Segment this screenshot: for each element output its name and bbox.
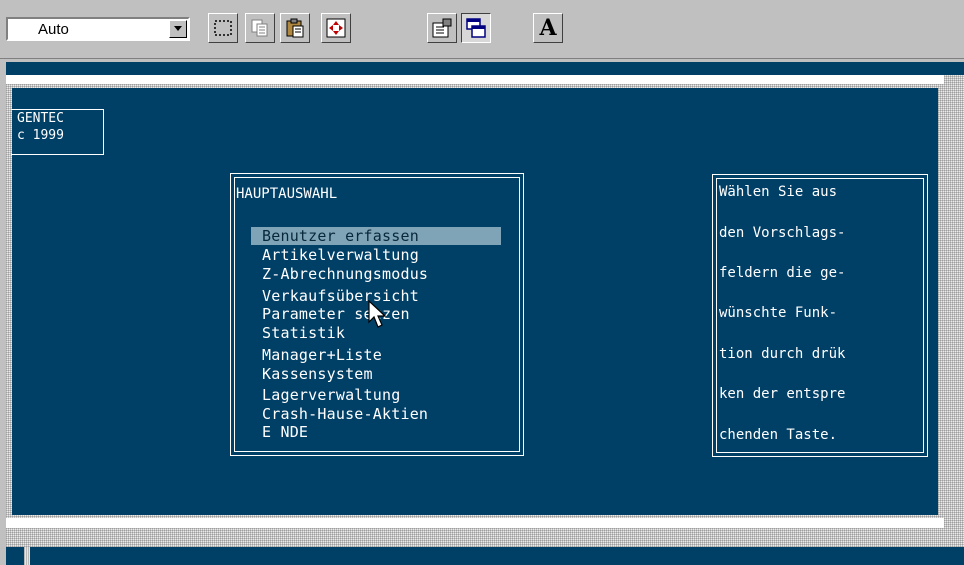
- mouse-pointer-icon: [368, 300, 387, 328]
- menu-item-kassensystem[interactable]: Kassensystem: [262, 365, 373, 383]
- menu-item-lagerverwaltung[interactable]: Lagerverwaltung: [262, 386, 400, 404]
- help-line: den Vorschlags-: [719, 225, 846, 241]
- font-icon: A: [539, 15, 557, 41]
- mark-button[interactable]: [208, 13, 238, 43]
- help-line: chenden Taste.: [719, 427, 838, 443]
- paste-button[interactable]: [280, 13, 310, 43]
- frame-line-top: [6, 75, 944, 84]
- menu-item-z-abrechnungsmodus[interactable]: Z-Abrechnungsmodus: [262, 265, 428, 283]
- menu-item-benutzer-erfassen[interactable]: Benutzer erfassen: [251, 227, 501, 245]
- properties-icon: [432, 18, 452, 38]
- paste-icon: [286, 18, 304, 38]
- scrollbar-left-part[interactable]: [6, 547, 30, 565]
- copy-icon: [251, 19, 268, 37]
- logo-line-1: GENTEC: [17, 111, 64, 126]
- font-button[interactable]: A: [533, 13, 563, 43]
- menu-item-statistik[interactable]: Statistik: [262, 324, 345, 342]
- copy-button[interactable]: [245, 13, 275, 43]
- help-line: ken der entspre: [719, 386, 846, 402]
- menu-item-verkaufsuebersicht[interactable]: Verkaufsübersicht: [262, 287, 419, 305]
- font-size-select[interactable]: Auto: [6, 17, 190, 41]
- menu-item-ende[interactable]: E NDE: [262, 423, 308, 441]
- fullscreen-button[interactable]: [321, 13, 351, 43]
- menu-title: HAUPTAUSWAHL: [236, 186, 338, 202]
- chevron-down-icon[interactable]: [169, 20, 187, 38]
- frame-line-bottom: [6, 518, 944, 528]
- help-line: tion durch drük: [719, 346, 846, 362]
- help-line: Wählen Sie aus: [719, 184, 838, 200]
- mark-icon: [214, 20, 232, 36]
- font-size-value: Auto: [38, 21, 69, 38]
- logo-line-2: c 1999: [17, 128, 64, 143]
- background-button[interactable]: [461, 13, 491, 43]
- menu-item-artikelverwaltung[interactable]: Artikelverwaltung: [262, 246, 419, 264]
- help-line: wünschte Funk-: [719, 305, 838, 321]
- properties-button[interactable]: [427, 13, 457, 43]
- fullscreen-icon: [326, 18, 346, 38]
- menu-item-crash-hause-aktien[interactable]: Crash-Hause-Aktien: [262, 405, 428, 423]
- help-line: feldern die ge-: [719, 265, 846, 281]
- horizontal-scrollbar[interactable]: [30, 547, 964, 565]
- menu-item-manager-liste[interactable]: Manager+Liste: [262, 346, 382, 364]
- console-toolbar: Auto A: [0, 0, 964, 59]
- background-icon: [466, 18, 486, 38]
- gentec-logo-box: GENTEC c 1999: [11, 109, 104, 155]
